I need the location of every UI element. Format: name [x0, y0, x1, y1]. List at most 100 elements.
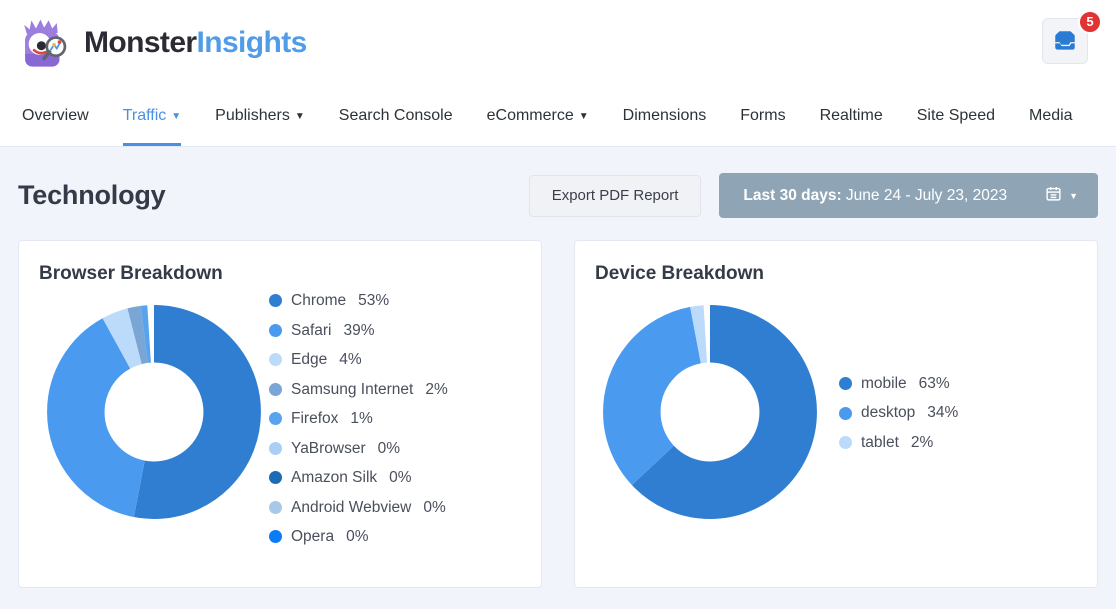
- legend-color-dot: [269, 442, 282, 455]
- legend-value: 34%: [927, 405, 958, 421]
- export-button-label: Export PDF Report: [552, 187, 679, 204]
- legend-value: 0%: [346, 529, 368, 545]
- browser-breakdown-card: Browser Breakdown: [18, 240, 542, 588]
- nav-item-site-speed[interactable]: Site Speed: [900, 85, 1012, 146]
- notifications-inbox[interactable]: 5: [1042, 18, 1092, 68]
- chevron-down-icon: ▼: [171, 112, 181, 122]
- legend-label: Safari: [291, 323, 332, 339]
- nav-label: Traffic: [123, 107, 167, 125]
- legend-color-dot: [839, 436, 852, 449]
- legend-color-dot: [269, 324, 282, 337]
- legend-item-tablet[interactable]: tablet 2%: [839, 435, 1077, 451]
- date-range-picker[interactable]: Last 30 days: June 24 - July 23, 2023 ▼: [719, 173, 1098, 218]
- device-breakdown-card: Device Breakdown mobile: [574, 240, 1098, 588]
- legend-value: 53%: [358, 293, 389, 309]
- legend-item-desktop[interactable]: desktop 34%: [839, 405, 1077, 421]
- legend-item-firefox[interactable]: Firefox 1%: [269, 411, 521, 427]
- page-header-row: Technology Export PDF Report Last 30 day…: [0, 147, 1116, 218]
- browser-breakdown-title: Browser Breakdown: [39, 263, 521, 285]
- nav-label: Site Speed: [917, 107, 995, 125]
- nav-item-realtime[interactable]: Realtime: [803, 85, 900, 146]
- legend-item-chrome[interactable]: Chrome 53%: [269, 293, 521, 309]
- legend-item-samsung-internet[interactable]: Samsung Internet 2%: [269, 382, 521, 398]
- legend-label: mobile: [861, 376, 907, 392]
- legend-color-dot: [269, 294, 282, 307]
- legend-label: YaBrowser: [291, 441, 366, 457]
- legend-label: Android Webview: [291, 500, 411, 516]
- legend-value: 4%: [339, 352, 361, 368]
- legend-item-amazon-silk[interactable]: Amazon Silk 0%: [269, 470, 521, 486]
- export-pdf-report-button[interactable]: Export PDF Report: [529, 175, 702, 217]
- nav-item-dimensions[interactable]: Dimensions: [606, 85, 724, 146]
- app-header: MonsterInsights 5: [0, 0, 1116, 85]
- caret-down-icon: ▼: [1069, 191, 1078, 201]
- legend-item-yabrowser[interactable]: YaBrowser 0%: [269, 441, 521, 457]
- nav-label: Overview: [22, 107, 89, 125]
- legend-color-dot: [839, 377, 852, 390]
- nav-item-overview[interactable]: Overview: [18, 85, 106, 146]
- date-range-icons[interactable]: ▼: [1045, 185, 1078, 207]
- browser-donut-chart: [39, 293, 269, 532]
- legend-item-safari[interactable]: Safari 39%: [269, 323, 521, 339]
- nav-label: eCommerce: [487, 107, 574, 125]
- nav-item-search-console[interactable]: Search Console: [322, 85, 470, 146]
- main-navigation: Overview Traffic ▼ Publishers ▼ Search C…: [0, 85, 1116, 147]
- legend-label: tablet: [861, 435, 899, 451]
- legend-value: 63%: [919, 376, 950, 392]
- legend-value: 0%: [423, 500, 445, 516]
- legend-value: 0%: [378, 441, 400, 457]
- nav-label: Forms: [740, 107, 785, 125]
- device-donut-chart: [595, 293, 825, 532]
- legend-item-android-webview[interactable]: Android Webview 0%: [269, 500, 521, 516]
- brand-logo[interactable]: MonsterInsights: [16, 14, 307, 72]
- device-legend: mobile 63% desktop 34% tablet 2%: [825, 293, 1077, 533]
- legend-color-dot: [269, 501, 282, 514]
- legend-label: Opera: [291, 529, 334, 545]
- legend-value: 1%: [350, 411, 372, 427]
- nav-item-media[interactable]: Media: [1012, 85, 1090, 146]
- nav-label: Publishers: [215, 107, 290, 125]
- legend-color-dot: [839, 407, 852, 420]
- page-title: Technology: [18, 180, 166, 211]
- legend-color-dot: [269, 353, 282, 366]
- chevron-down-icon: ▼: [295, 112, 305, 122]
- legend-value: 39%: [344, 323, 375, 339]
- nav-label: Search Console: [339, 107, 453, 125]
- brand-name-part1: Monster: [84, 26, 196, 59]
- date-range-label: Last 30 days: June 24 - July 23, 2023: [743, 187, 1007, 205]
- legend-color-dot: [269, 412, 282, 425]
- legend-color-dot: [269, 471, 282, 484]
- legend-label: Edge: [291, 352, 327, 368]
- page-actions: Export PDF Report Last 30 days: June 24 …: [529, 173, 1098, 218]
- date-range-prefix: Last 30 days:: [743, 187, 841, 204]
- brand-name-part2: Insights: [196, 26, 306, 59]
- nav-item-forms[interactable]: Forms: [723, 85, 802, 146]
- legend-label: Samsung Internet: [291, 382, 413, 398]
- nav-item-publishers[interactable]: Publishers ▼: [198, 85, 322, 146]
- date-range-value: June 24 - July 23, 2023: [842, 187, 1007, 204]
- browser-legend: Chrome 53% Safari 39% Edge 4% Samsung In…: [269, 293, 521, 545]
- legend-item-edge[interactable]: Edge 4%: [269, 352, 521, 368]
- nav-item-ecommerce[interactable]: eCommerce ▼: [470, 85, 606, 146]
- chevron-down-icon: ▼: [579, 112, 589, 122]
- legend-label: desktop: [861, 405, 915, 421]
- nav-label: Dimensions: [623, 107, 707, 125]
- legend-item-opera[interactable]: Opera 0%: [269, 529, 521, 545]
- legend-label: Amazon Silk: [291, 470, 377, 486]
- notification-badge: 5: [1078, 10, 1102, 34]
- nav-label: Realtime: [820, 107, 883, 125]
- legend-color-dot: [269, 530, 282, 543]
- legend-value: 0%: [389, 470, 411, 486]
- legend-color-dot: [269, 383, 282, 396]
- nav-label: Media: [1029, 107, 1073, 125]
- calendar-icon: [1045, 185, 1062, 207]
- breakdown-cards: Browser Breakdown: [0, 218, 1116, 588]
- legend-label: Firefox: [291, 411, 338, 427]
- device-breakdown-title: Device Breakdown: [595, 263, 1077, 285]
- legend-value: 2%: [911, 435, 933, 451]
- nav-item-traffic[interactable]: Traffic ▼: [106, 85, 198, 146]
- legend-value: 2%: [425, 382, 447, 398]
- brand-name: MonsterInsights: [84, 26, 307, 60]
- legend-item-mobile[interactable]: mobile 63%: [839, 376, 1077, 392]
- monster-mascot-icon: [16, 14, 74, 72]
